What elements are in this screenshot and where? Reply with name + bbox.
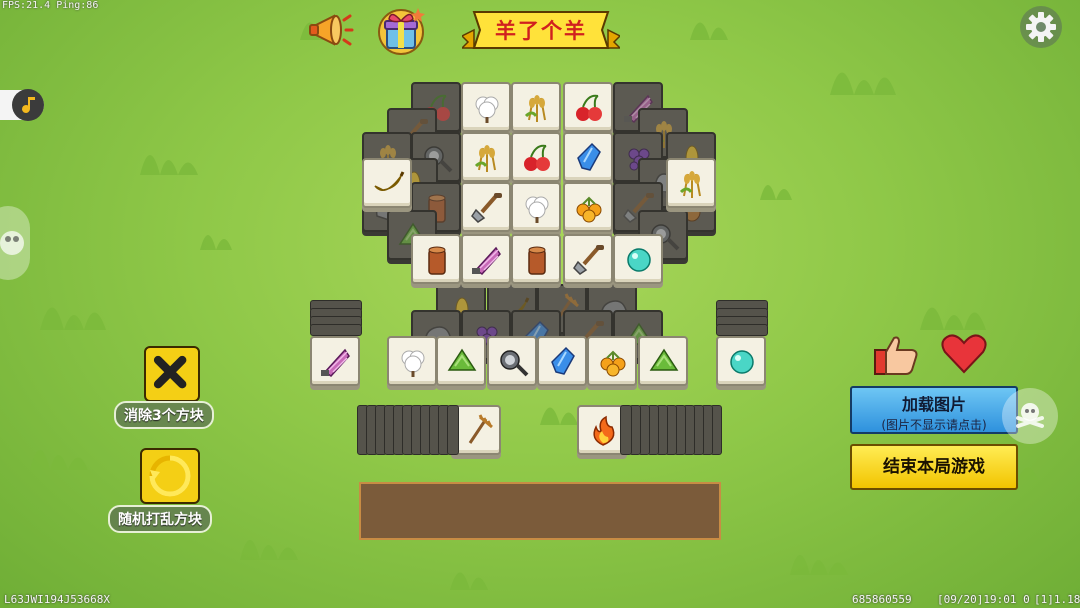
dumpling-icon [447, 348, 477, 371]
tile-berries[interactable] [587, 336, 637, 386]
remove-three-label: 消除3个方块 [114, 401, 214, 429]
game-board: FPS:21.4 Ping:86 L63JWI194J53668X 685860… [0, 0, 1080, 608]
load-image-title: 加载图片 [901, 395, 966, 414]
load-image-hint: (图片不显示请点击) [881, 418, 987, 432]
tile-cotton[interactable] [461, 82, 511, 132]
heart-icon[interactable] [940, 332, 988, 376]
tile-crystal[interactable] [537, 336, 587, 386]
rake-icon [468, 414, 493, 444]
load-image-button[interactable]: 加载图片 (图片不显示请点击) [850, 386, 1018, 434]
stack-layer [310, 324, 362, 336]
x-mark-icon [153, 355, 187, 389]
end-game-button[interactable]: 结束本局游戏 [850, 444, 1018, 490]
tile-wheat[interactable] [666, 158, 716, 208]
tile-slot-bar [359, 482, 721, 540]
cotton-icon [475, 96, 499, 123]
refresh-icon [149, 455, 191, 497]
stack-layer [447, 405, 459, 455]
tile-cotton[interactable] [387, 336, 437, 386]
tile-berries[interactable] [563, 182, 613, 232]
right-stack[interactable] [716, 300, 768, 386]
dumpling-icon [649, 348, 679, 371]
tile-cherry[interactable] [563, 82, 613, 132]
wheat-icon [474, 145, 496, 172]
cotton-icon [525, 196, 549, 223]
tile-dumpling[interactable] [638, 336, 688, 386]
tile-wheat[interactable] [461, 132, 511, 182]
drill-icon [472, 246, 501, 275]
tile-shovel[interactable] [563, 234, 613, 284]
skull-icon[interactable] [1002, 388, 1058, 444]
tile-drill[interactable] [461, 234, 511, 284]
tile-pan[interactable] [487, 336, 537, 386]
crystal-icon [577, 142, 601, 171]
pan-icon [500, 350, 529, 377]
stump-icon [428, 246, 446, 275]
bottom-right-stack[interactable] [620, 405, 722, 455]
stack-layer [620, 405, 632, 455]
tile-cherry[interactable] [511, 132, 561, 182]
stack-layer [716, 324, 768, 336]
fire-icon [593, 415, 615, 446]
berries-icon [600, 350, 626, 377]
wheat-icon [524, 95, 546, 122]
thumbs-up-icon[interactable] [872, 334, 920, 376]
tile-orb[interactable] [613, 234, 663, 284]
tile-wheat[interactable] [511, 82, 561, 132]
cherry-icon [524, 144, 550, 171]
remove-three-button[interactable] [144, 346, 200, 402]
left-stack[interactable] [310, 300, 362, 386]
bottom-left-stack[interactable] [357, 405, 459, 455]
shuffle-button[interactable] [140, 448, 200, 504]
cherry-icon [576, 94, 602, 121]
shovel-icon [471, 193, 502, 223]
tile-stump[interactable] [511, 234, 561, 284]
tile-stump[interactable] [411, 234, 461, 284]
tile-dumpling[interactable] [436, 336, 486, 386]
tile-shovel[interactable] [461, 182, 511, 232]
crystal-icon [551, 346, 575, 375]
tile-cotton[interactable] [511, 182, 561, 232]
banana-icon [374, 171, 405, 191]
berries-icon [576, 196, 602, 223]
shovel-icon [573, 245, 604, 275]
tile-banana[interactable] [362, 158, 412, 208]
cotton-icon [401, 350, 425, 377]
wheat-icon [679, 171, 701, 198]
tile-crystal[interactable] [563, 132, 613, 182]
shuffle-label: 随机打乱方块 [108, 505, 212, 533]
orb-icon [627, 248, 651, 272]
stump-icon [528, 246, 546, 275]
